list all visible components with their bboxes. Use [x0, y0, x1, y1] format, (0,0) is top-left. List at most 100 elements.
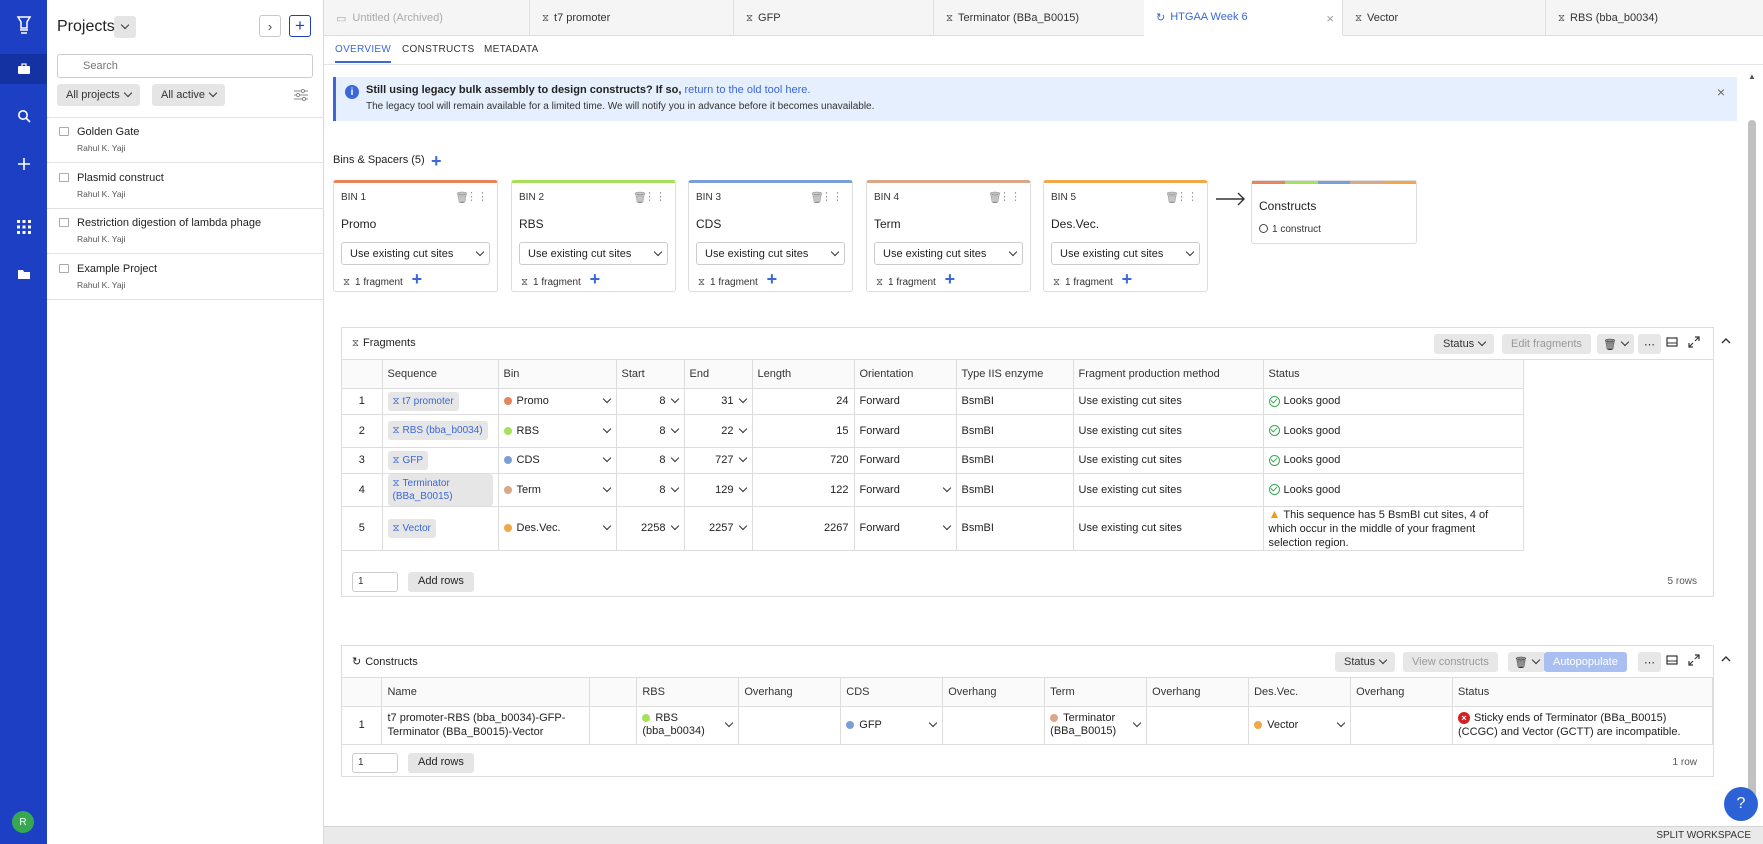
all-active-filter[interactable]: All active: [152, 84, 226, 106]
tab-gfp[interactable]: ⧖ GFP: [734, 0, 934, 36]
column-header[interactable]: Bin: [498, 360, 617, 389]
bin-cell[interactable]: Term: [498, 473, 617, 507]
delete-menu-button[interactable]: 🗑: [1508, 652, 1545, 672]
column-header[interactable]: Term: [1044, 678, 1148, 707]
cut-sites-select[interactable]: Use existing cut sites: [874, 242, 1023, 265]
end-cell[interactable]: 22: [684, 414, 753, 448]
table-row[interactable]: 1 ⧖ t7 promoter Promo 8 31 24 Forward BsmBI Use e…: [342, 388, 1524, 415]
orientation-cell[interactable]: Forward: [854, 414, 957, 448]
tab-vector[interactable]: ⧖ Vector: [1343, 0, 1546, 36]
orientation-cell[interactable]: Forward: [854, 473, 957, 507]
close-icon[interactable]: ×: [1326, 11, 1334, 26]
search-icon[interactable]: [0, 101, 47, 131]
folder-icon[interactable]: [0, 259, 47, 289]
column-header[interactable]: Des.Vec.: [1248, 678, 1352, 707]
term-cell[interactable]: Terminator (BBa_B0015): [1044, 706, 1148, 745]
column-header[interactable]: Fragment production method: [1073, 360, 1264, 389]
fragments-status-button[interactable]: Status: [1434, 334, 1495, 354]
rbs-cell[interactable]: RBS (bba_b0034): [636, 706, 740, 745]
bin-card[interactable]: BIN 3 🗑 ⋮⋮ CDS Use existing cut sites ⧖ 1 frag…: [688, 180, 853, 292]
column-header[interactable]: RBS: [636, 678, 740, 707]
column-header[interactable]: Status: [1452, 678, 1713, 707]
filter-settings-icon[interactable]: [294, 89, 308, 101]
dock-icon[interactable]: [1666, 336, 1678, 351]
edit-fragments-button[interactable]: Edit fragments: [1502, 334, 1591, 354]
tab-rbs[interactable]: ⧖ RBS (bba_b0034): [1546, 0, 1763, 36]
column-header[interactable]: [342, 360, 383, 389]
column-header[interactable]: End: [684, 360, 753, 389]
close-icon[interactable]: ×: [1717, 84, 1725, 100]
add-rows-button[interactable]: Add rows: [408, 572, 474, 592]
sequence-tag[interactable]: ⧖ RBS (bba_b0034): [387, 421, 488, 440]
vertical-scrollbar[interactable]: [1748, 120, 1756, 810]
start-cell[interactable]: 8: [616, 473, 685, 507]
orientation-cell[interactable]: Forward: [854, 388, 957, 415]
subtab-metadata[interactable]: METADATA: [484, 44, 539, 55]
sequence-cell[interactable]: ⧖ Vector: [382, 506, 499, 551]
more-options-button[interactable]: ⋯: [1638, 652, 1661, 672]
sequence-cell[interactable]: ⧖ GFP: [382, 447, 499, 474]
end-cell[interactable]: 2257: [684, 506, 753, 551]
end-cell[interactable]: 727: [684, 447, 753, 474]
add-fragment-button[interactable]: +: [412, 269, 423, 289]
view-constructs-button[interactable]: View constructs: [1403, 652, 1498, 672]
plus-icon[interactable]: [0, 149, 47, 179]
sequence-tag[interactable]: ⧖ Terminator (BBa_B0015): [387, 473, 493, 506]
orientation-cell[interactable]: Forward: [854, 506, 957, 551]
logo-icon[interactable]: [0, 10, 47, 40]
sequence-tag[interactable]: ⧖ t7 promoter: [387, 391, 459, 411]
bin-card[interactable]: BIN 5 🗑 ⋮⋮ Des.Vec. Use existing cut sites ⧖ 1…: [1043, 180, 1208, 292]
bin-cell[interactable]: RBS: [498, 414, 617, 448]
drag-handle-icon[interactable]: ⋮⋮: [466, 190, 488, 203]
drag-handle-icon[interactable]: ⋮⋮: [1176, 190, 1198, 203]
bin-cell[interactable]: Promo: [498, 388, 617, 415]
table-row[interactable]: 2 ⧖ RBS (bba_b0034) RBS 8 22 15 Forward BsmBI Use…: [342, 414, 1524, 448]
column-header[interactable]: Name: [381, 678, 591, 707]
table-row[interactable]: 5 ⧖ Vector Des.Vec. 2258 2257 2267 Forward BsmBI…: [342, 506, 1524, 551]
method-cell[interactable]: Use existing cut sites: [1073, 414, 1264, 448]
column-header[interactable]: Sequence: [382, 360, 499, 389]
method-cell[interactable]: Use existing cut sites: [1073, 473, 1264, 507]
split-workspace-button[interactable]: SPLIT WORKSPACE: [1656, 830, 1751, 841]
column-header[interactable]: [589, 678, 638, 707]
orientation-cell[interactable]: Forward: [854, 447, 957, 474]
start-cell[interactable]: 8: [616, 447, 685, 474]
sequence-cell[interactable]: ⧖ t7 promoter: [382, 388, 499, 415]
bin-cell[interactable]: Des.Vec.: [498, 506, 617, 551]
help-button[interactable]: ?: [1724, 787, 1758, 821]
column-header[interactable]: Start: [616, 360, 685, 389]
drag-handle-icon[interactable]: ⋮⋮: [999, 190, 1021, 203]
constructs-card[interactable]: Constructs 1 construct: [1251, 180, 1417, 244]
column-header[interactable]: Overhang: [738, 678, 842, 707]
column-header[interactable]: Overhang: [942, 678, 1046, 707]
cut-sites-select[interactable]: Use existing cut sites: [696, 242, 845, 265]
collapse-icon[interactable]: [1720, 335, 1732, 350]
rows-count-input[interactable]: 1: [352, 572, 398, 592]
add-fragment-button[interactable]: +: [1122, 269, 1133, 289]
start-cell[interactable]: 2258: [616, 506, 685, 551]
bin-card[interactable]: BIN 4 🗑 ⋮⋮ Term Use existing cut sites ⧖ 1 fra…: [866, 180, 1031, 292]
cds-cell[interactable]: GFP: [840, 706, 944, 745]
scroll-up-icon[interactable]: ▲: [1748, 72, 1756, 81]
sequence-tag[interactable]: ⧖ GFP: [387, 450, 429, 470]
collapse-icon[interactable]: [1720, 653, 1732, 668]
column-header[interactable]: Overhang: [1350, 678, 1454, 707]
sequence-tag[interactable]: ⧖ Vector: [387, 518, 436, 538]
method-cell[interactable]: Use existing cut sites: [1073, 388, 1264, 415]
drag-handle-icon[interactable]: ⋮⋮: [821, 190, 843, 203]
old-tool-link[interactable]: return to the old tool here.: [684, 84, 810, 96]
avatar[interactable]: R: [12, 811, 34, 833]
expand-icon[interactable]: [1688, 654, 1700, 669]
cut-sites-select[interactable]: Use existing cut sites: [341, 242, 490, 265]
project-item[interactable]: Plasmid construct Rahul K. Yaji: [47, 164, 324, 209]
apps-icon[interactable]: [0, 212, 47, 242]
sequence-cell[interactable]: ⧖ RBS (bba_b0034): [382, 414, 499, 448]
rows-count-input[interactable]: 1: [352, 753, 398, 773]
vector-cell[interactable]: Vector: [1248, 706, 1352, 745]
add-project-button[interactable]: +: [289, 15, 311, 37]
column-header[interactable]: Length: [752, 360, 855, 389]
dock-icon[interactable]: [1666, 654, 1678, 669]
method-cell[interactable]: Use existing cut sites: [1073, 506, 1264, 551]
project-item[interactable]: Restriction digestion of lambda phage Rah…: [47, 209, 324, 254]
constructs-status-button[interactable]: Status: [1335, 652, 1396, 672]
